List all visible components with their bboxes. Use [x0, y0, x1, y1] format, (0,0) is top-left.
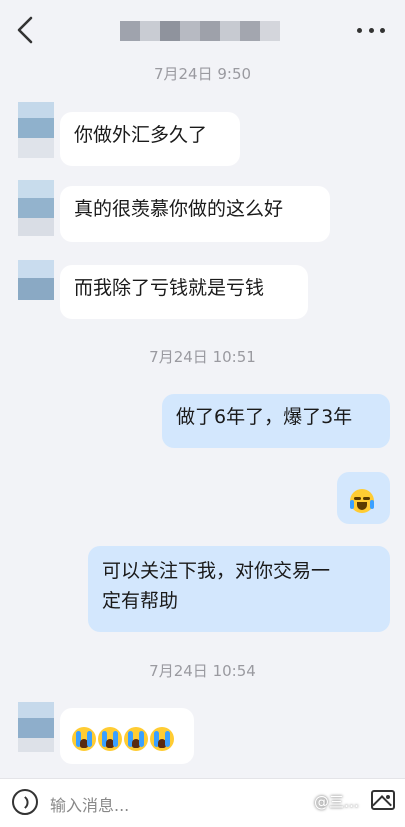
- message-text: 做了6年了，爆了3年: [176, 406, 353, 428]
- message-text-line: 可以关注下我，对你交易一: [102, 560, 331, 582]
- message-bubble-outgoing[interactable]: [337, 472, 390, 524]
- avatar: [18, 260, 54, 300]
- message-bubble-incoming[interactable]: 真的很羡慕你做的这么好: [60, 186, 330, 242]
- chevron-left-icon[interactable]: [14, 16, 36, 44]
- message-text: 真的很羡慕你做的这么好: [74, 198, 284, 220]
- message-bubble-incoming[interactable]: 你做外汇多久了: [60, 112, 240, 166]
- message-bubble-outgoing[interactable]: 做了6年了，爆了3年: [162, 394, 390, 448]
- watermark: @三…: [314, 793, 360, 811]
- voice-icon[interactable]: [12, 789, 38, 815]
- message-input[interactable]: 输入消息...: [50, 792, 129, 816]
- crying-emoji: [124, 726, 148, 751]
- message-text: 而我除了亏钱就是亏钱: [74, 277, 265, 299]
- avatar: [18, 180, 54, 236]
- top-bar: [0, 0, 405, 60]
- chat-title-redacted: [120, 21, 280, 41]
- message-bubble-outgoing[interactable]: 可以关注下我，对你交易一 定有帮助: [88, 546, 390, 632]
- message-bubble-incoming[interactable]: 而我除了亏钱就是亏钱: [60, 265, 308, 319]
- timestamp: 7月24日 10:54: [149, 662, 256, 680]
- crying-emoji: [150, 726, 174, 751]
- timestamp: 7月24日 9:50: [153, 65, 252, 83]
- more-icon[interactable]: [357, 22, 385, 38]
- message-text-line: 定有帮助: [102, 590, 179, 612]
- crying-emoji: [98, 726, 122, 751]
- image-icon[interactable]: [371, 790, 395, 810]
- timestamp: 7月24日 10:51: [149, 348, 256, 366]
- crying-emoji: [72, 726, 96, 751]
- avatar: [18, 702, 54, 752]
- input-bar: 输入消息... @三…: [0, 778, 405, 827]
- message-text: 你做外汇多久了: [74, 124, 208, 146]
- message-bubble-incoming[interactable]: [60, 708, 194, 764]
- laugh-with-tears-emoji: [350, 488, 374, 513]
- avatar: [18, 102, 54, 158]
